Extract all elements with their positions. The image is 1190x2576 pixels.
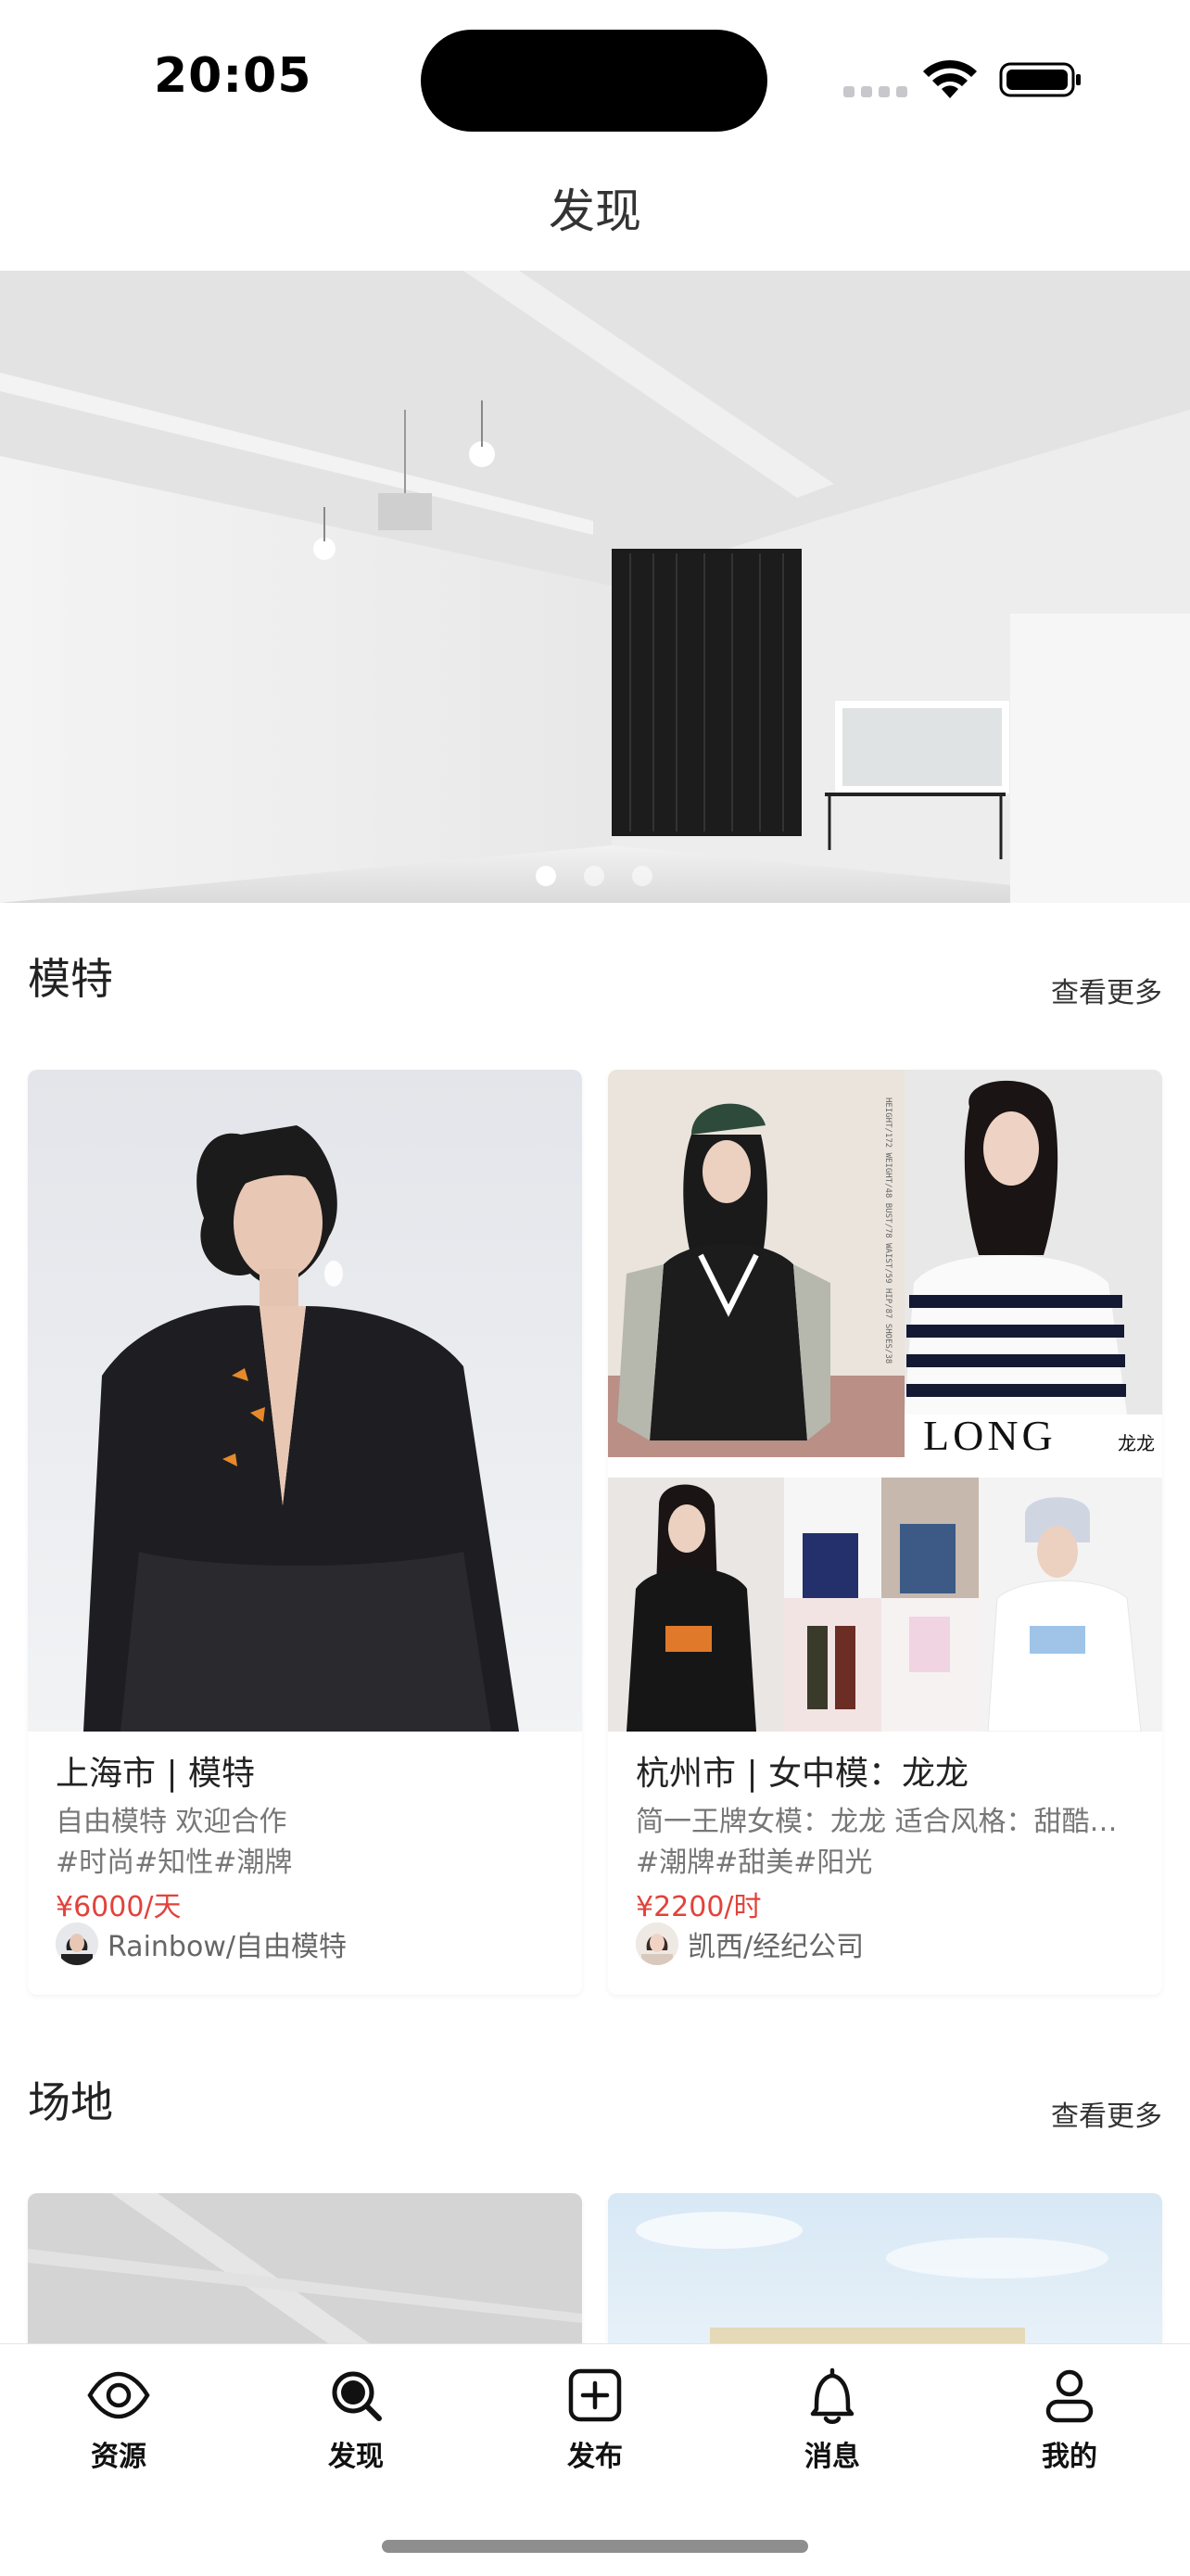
- plus-square-icon: [568, 2368, 622, 2422]
- poster-sub-text: 龙龙: [1118, 1432, 1155, 1454]
- studio-photo: [0, 271, 1190, 903]
- model-card-desc: 自由模特 欢迎合作: [56, 1806, 287, 1838]
- avatar: [56, 1922, 98, 1965]
- model-card-tags: #潮牌#甜美#阳光: [636, 1846, 873, 1879]
- carousel-dot-1[interactable]: [536, 866, 556, 886]
- model-card-tags: #时尚#知性#潮牌: [56, 1846, 293, 1879]
- status-time: 20:05: [154, 48, 312, 104]
- tab-discover[interactable]: 发现: [282, 2363, 430, 2474]
- tab-label: 发布: [567, 2441, 623, 2473]
- status-bar: 20:05: [0, 0, 1190, 148]
- avatar: [636, 1922, 678, 1965]
- tab-label: 我的: [1042, 2441, 1097, 2473]
- model-card-price: ¥6000/天: [56, 1891, 182, 1923]
- dynamic-island: [421, 30, 767, 132]
- models-more-link[interactable]: 查看更多: [1051, 970, 1162, 1010]
- model-photo-1: [28, 1070, 582, 1732]
- cellular-signal-icon: [843, 86, 907, 97]
- bell-icon: [810, 2367, 855, 2424]
- author-name: 凯西/经纪公司: [688, 1931, 865, 1963]
- tab-publish[interactable]: 发布: [521, 2363, 669, 2474]
- home-indicator: [382, 2540, 808, 2553]
- battery-icon: [999, 62, 1081, 97]
- carousel-indicator[interactable]: [536, 866, 652, 886]
- author-name: Rainbow/自由模特: [108, 1931, 347, 1963]
- tab-label: 消息: [804, 2441, 860, 2473]
- venues-more-link[interactable]: 查看更多: [1051, 2093, 1162, 2134]
- model-photo-2: LONG 龙龙 HEIGHT/172 WEIGHT/48 BUST/78 WAI…: [608, 1070, 1162, 1732]
- model-card-title: 上海市 | 模特: [56, 1755, 256, 1793]
- model-card-1[interactable]: 上海市 | 模特 自由模特 欢迎合作 #时尚#知性#潮牌 ¥6000/天 Rai…: [28, 1070, 582, 1995]
- tab-label: 资源: [91, 2441, 146, 2473]
- model-card-author[interactable]: Rainbow/自由模特: [56, 1922, 347, 1965]
- tab-label: 发现: [328, 2441, 384, 2473]
- poster-long-text: LONG: [923, 1412, 1057, 1459]
- model-card-desc: 简一王牌女模：龙龙 适合风格：甜酷…: [636, 1806, 1118, 1838]
- model-card-title: 杭州市 | 女中模：龙龙: [636, 1755, 969, 1793]
- model-card-2[interactable]: LONG 龙龙 HEIGHT/172 WEIGHT/48 BUST/78 WAI…: [608, 1070, 1162, 1995]
- banner-carousel[interactable]: [0, 271, 1190, 903]
- svg-text:HEIGHT/172 WEIGHT/48 BUST/78: HEIGHT/172 WEIGHT/48 BUST/78 WAIST/59 HI…: [883, 1098, 892, 1364]
- person-icon: [1045, 2369, 1094, 2423]
- section-title-venues: 场地: [28, 2077, 113, 2127]
- tab-profile[interactable]: 我的: [995, 2363, 1144, 2474]
- tab-messages[interactable]: 消息: [758, 2363, 906, 2474]
- page-title: 发现: [549, 184, 641, 238]
- section-title-models: 模特: [28, 954, 113, 1004]
- model-card-author[interactable]: 凯西/经纪公司: [636, 1922, 864, 1965]
- carousel-dot-2[interactable]: [584, 866, 604, 886]
- wifi-icon: [923, 59, 977, 98]
- eye-icon: [87, 2371, 150, 2419]
- model-card-price: ¥2200/时: [636, 1891, 762, 1923]
- search-icon: [332, 2371, 382, 2421]
- carousel-dot-3[interactable]: [632, 866, 652, 886]
- tab-resources[interactable]: 资源: [44, 2363, 193, 2474]
